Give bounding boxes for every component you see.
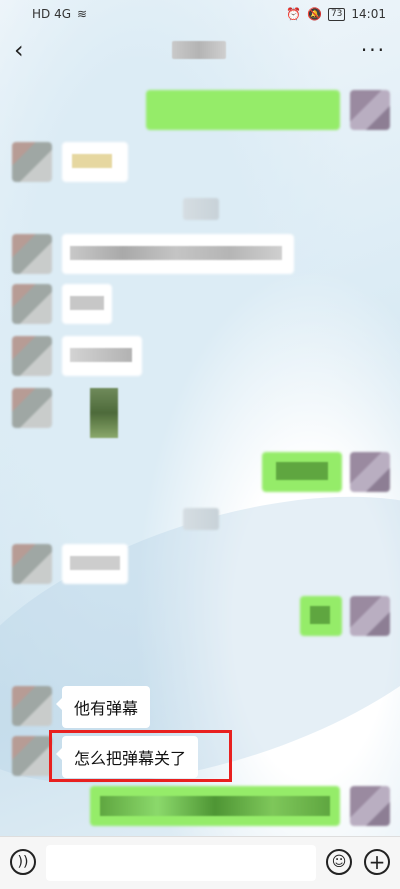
- redacted-content: [276, 462, 328, 480]
- redacted-content: [310, 606, 330, 624]
- timestamp-redacted: [183, 198, 219, 220]
- redacted-content: [72, 154, 112, 168]
- avatar[interactable]: [12, 736, 52, 776]
- redacted-content: [70, 348, 132, 362]
- avatar[interactable]: [12, 234, 52, 274]
- message-text: 他有弹幕: [74, 699, 139, 718]
- status-right: ⏰ 🔕 73 14:01: [286, 7, 386, 21]
- more-horizontal-icon[interactable]: ···: [361, 38, 386, 62]
- avatar[interactable]: [12, 336, 52, 376]
- avatar[interactable]: [350, 786, 390, 826]
- avatar[interactable]: [12, 686, 52, 726]
- chevron-left-icon[interactable]: ‹: [14, 36, 38, 64]
- received-message-bubble[interactable]: 他有弹幕: [55, 686, 151, 728]
- plus-icon[interactable]: +: [364, 849, 390, 875]
- alarm-icon: ⏰: [286, 7, 301, 21]
- avatar[interactable]: [12, 142, 52, 182]
- avatar[interactable]: [12, 388, 52, 428]
- avatar[interactable]: [12, 284, 52, 324]
- status-bar: HD 4G ≋ ⏰ 🔕 73 14:01: [0, 0, 400, 28]
- timestamp-redacted: [183, 508, 219, 530]
- status-left: HD 4G ≋: [32, 7, 87, 21]
- avatar[interactable]: [350, 90, 390, 130]
- emoji-icon[interactable]: ☺: [326, 849, 352, 875]
- redacted-content: [70, 296, 104, 310]
- status-time: 14:01: [351, 7, 386, 21]
- voice-icon[interactable]: )): [10, 849, 36, 875]
- chat-title-redacted: [172, 41, 227, 59]
- redacted-content: [70, 246, 282, 260]
- mute-icon: 🔕: [307, 7, 322, 21]
- image-message-redacted[interactable]: [90, 388, 118, 438]
- input-bar: )) ☺ +: [0, 836, 400, 889]
- message-input[interactable]: [46, 845, 316, 881]
- redacted-content: [70, 556, 120, 570]
- title-bar: ‹ ···: [0, 28, 400, 72]
- battery-indicator: 73: [327, 7, 346, 21]
- signal-text: HD 4G: [32, 7, 72, 21]
- avatar[interactable]: [350, 596, 390, 636]
- redacted-content: [100, 796, 330, 816]
- sent-message-bubble[interactable]: [146, 90, 340, 130]
- avatar[interactable]: [12, 544, 52, 584]
- highlight-box: [49, 730, 232, 782]
- wifi-icon: ≋: [77, 7, 88, 21]
- avatar[interactable]: [350, 452, 390, 492]
